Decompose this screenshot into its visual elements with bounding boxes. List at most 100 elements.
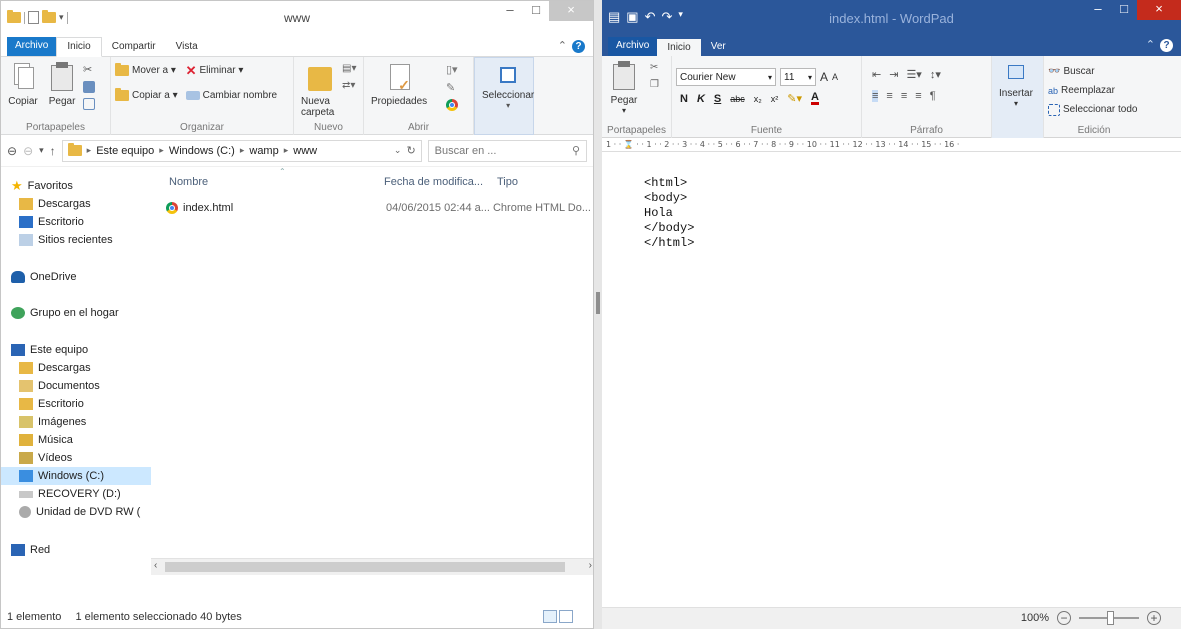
select-button[interactable]: Seleccionar ▾ [479,62,537,110]
decrease-indent-icon[interactable]: ⇤ [872,68,881,81]
details-view-icon[interactable] [543,610,557,623]
recent-locations-button[interactable]: ▾ [39,145,44,156]
tab-vista[interactable]: Vista [166,38,208,56]
nav-este-equipo[interactable]: Este equipo [11,341,88,359]
edit-icon[interactable]: ✎ [446,81,458,94]
paragraph-icon[interactable]: ¶ [930,90,936,102]
rename-button[interactable]: Cambiar nombre [185,86,277,105]
nav-documentos[interactable]: Documentos [19,377,100,395]
underline-icon[interactable]: S [714,93,721,105]
zoom-slider[interactable] [1079,611,1139,625]
tab-archivo[interactable]: Archivo [608,37,658,56]
select-all-button[interactable]: Seleccionar todo [1048,100,1140,119]
justify-icon[interactable]: ≡ [915,90,921,102]
easy-access-icon[interactable]: ⇄▾ [342,80,356,91]
font-family-select[interactable]: Courier New ▾ [676,68,776,86]
help-icon[interactable]: ? [572,40,585,53]
open-icon[interactable]: ▯▾ [446,63,458,76]
zoom-out-button[interactable]: − [1057,611,1071,625]
copy-icon[interactable]: ❐ [650,79,659,90]
nav-videos[interactable]: Vídeos [19,449,72,467]
paste-shortcut-icon[interactable] [83,98,95,110]
chevron-right-icon[interactable]: ▸ [284,145,289,156]
scroll-left-icon[interactable]: ‹ [154,560,157,571]
align-right-icon[interactable]: ≡ [901,90,907,102]
new-item-icon[interactable]: ▤▾ [342,63,356,74]
tab-ver[interactable]: Ver [701,38,736,56]
collapse-ribbon-icon[interactable]: ⌃ [1146,39,1155,51]
nav-eq-descargas[interactable]: Descargas [19,359,91,377]
large-icons-view-icon[interactable] [559,610,573,623]
insert-button[interactable]: Insertar ▾ [996,60,1036,108]
nav-musica[interactable]: Música [19,431,73,449]
paste-button[interactable]: Pegar [44,61,80,107]
cut-icon[interactable]: ✂ [650,62,659,73]
horizontal-scrollbar[interactable]: ‹ › [151,558,593,575]
splitter-grip[interactable] [596,292,600,314]
properties-button[interactable]: ✓ Propiedades [368,61,430,107]
crumb-www[interactable]: www [293,145,317,157]
chevron-right-icon[interactable]: ▸ [240,145,245,156]
subscript-icon[interactable]: x₂ [754,94,762,104]
column-fecha[interactable]: Fecha de modifica... [384,176,483,188]
search-input[interactable]: Buscar en ... ⚲ [427,139,587,162]
copy-button[interactable]: Copiar [5,61,41,107]
document-page[interactable]: <html> <body> Hola </body> </html> [602,152,1181,602]
crumb-wamp[interactable]: wamp [249,145,278,157]
chrome-icon[interactable] [446,99,458,111]
tab-compartir[interactable]: Compartir [102,38,166,56]
chevron-right-icon[interactable]: ▸ [87,145,92,156]
nav-imagenes[interactable]: Imágenes [19,413,86,431]
delete-button[interactable]: ✕ Eliminar ▾ [186,61,277,80]
chevron-right-icon[interactable]: ▸ [159,145,164,156]
window-splitter[interactable] [594,0,602,629]
shrink-font-icon[interactable]: A [832,72,838,82]
forward-button[interactable]: ⊖ [23,144,33,158]
move-to-button[interactable]: Mover a ▾ [115,61,178,80]
cut-icon[interactable]: ✂ [83,63,95,76]
find-button[interactable]: 👓 Buscar [1048,62,1140,81]
nav-windows-c[interactable]: Windows (C:) [1,467,151,485]
copy-path-icon[interactable] [83,81,95,93]
tab-inicio[interactable]: Inicio [56,37,102,57]
align-left-icon[interactable]: ≡ [872,90,879,102]
strikethrough-icon[interactable]: abc [730,94,745,104]
italic-icon[interactable]: K [697,93,705,105]
replace-button[interactable]: ab Reemplazar [1048,81,1140,100]
ruler[interactable]: 1 · · ⌛ · · 1 · · 2 · · 3 · · 4 · · 5 · … [602,138,1181,152]
paste-button[interactable]: Pegar ▾ [606,60,642,115]
nav-grupo-hogar[interactable]: Grupo en el hogar [11,304,119,322]
minimize-button[interactable]: – [1085,0,1111,20]
superscript-icon[interactable]: x² [771,94,779,104]
close-button[interactable]: × [549,1,593,21]
file-row[interactable]: index.html 04/06/2015 02:44 a... Chrome … [166,199,591,216]
crumb-este-equipo[interactable]: Este equipo [96,145,154,157]
grow-font-icon[interactable]: A [820,70,828,84]
address-dropdown[interactable]: ⌄ [394,145,402,156]
maximize-button[interactable]: □ [1111,0,1137,20]
font-color-icon[interactable]: A [811,92,819,105]
increase-indent-icon[interactable]: ⇥ [889,68,898,81]
scroll-right-icon[interactable]: › [589,560,592,571]
copy-to-button[interactable]: Copiar a ▾ [115,86,178,105]
back-button[interactable]: ⊖ [7,144,17,158]
nav-favoritos[interactable]: ★ Favoritos [11,177,73,195]
nav-escritorio[interactable]: Escritorio [19,213,84,231]
nav-dvd[interactable]: Unidad de DVD RW ( [19,503,140,521]
nav-onedrive[interactable]: OneDrive [11,268,76,286]
zoom-in-button[interactable]: + [1147,611,1161,625]
scroll-thumb[interactable] [165,562,565,572]
nav-eq-escritorio[interactable]: Escritorio [19,395,84,413]
nav-descargas[interactable]: Descargas [19,195,91,213]
tab-archivo[interactable]: Archivo [7,37,57,56]
new-folder-button[interactable]: Nueva carpeta [298,61,344,118]
close-button[interactable]: × [1137,0,1181,20]
zoom-slider-thumb[interactable] [1107,611,1114,625]
refresh-icon[interactable]: ↻ [406,144,415,157]
breadcrumb[interactable]: ▸ Este equipo ▸ Windows (C:) ▸ wamp ▸ ww… [61,139,422,162]
line-spacing-icon[interactable]: ↕▾ [930,68,941,81]
nav-red[interactable]: Red [11,541,50,559]
help-icon[interactable]: ? [1160,39,1173,52]
highlight-icon[interactable]: ✎▾ [787,92,802,105]
maximize-button[interactable]: □ [523,1,549,21]
